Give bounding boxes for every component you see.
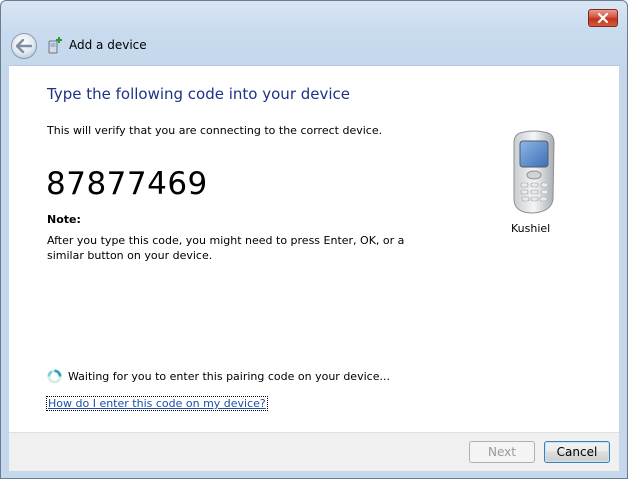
- status-text: Waiting for you to enter this pairing co…: [68, 370, 390, 383]
- cancel-button[interactable]: Cancel: [544, 441, 610, 463]
- pairing-code: 87877469: [46, 166, 208, 202]
- window-title: Add a device: [69, 38, 147, 52]
- device-name: Kushiel: [511, 222, 551, 235]
- note-text: After you type this code, you might need…: [47, 234, 405, 262]
- back-button[interactable]: [11, 33, 37, 59]
- content-area: Type the following code into your device…: [9, 65, 619, 432]
- next-button[interactable]: Next: [469, 441, 535, 463]
- add-device-icon: [48, 37, 62, 54]
- back-arrow-icon: [16, 39, 32, 53]
- close-button[interactable]: [588, 9, 618, 27]
- description-text: This will verify that you are connecting…: [47, 124, 383, 137]
- progress-spinner-icon: [47, 369, 62, 384]
- close-icon: [597, 13, 609, 23]
- note-label: Note:: [47, 213, 81, 226]
- help-link[interactable]: How do I enter this code on my device?: [46, 396, 268, 411]
- footer-bar: Next Cancel: [9, 432, 619, 471]
- mobile-phone-icon: [513, 130, 555, 214]
- add-device-window: Add a device Type the following code int…: [0, 0, 628, 479]
- page-heading: Type the following code into your device: [47, 85, 351, 103]
